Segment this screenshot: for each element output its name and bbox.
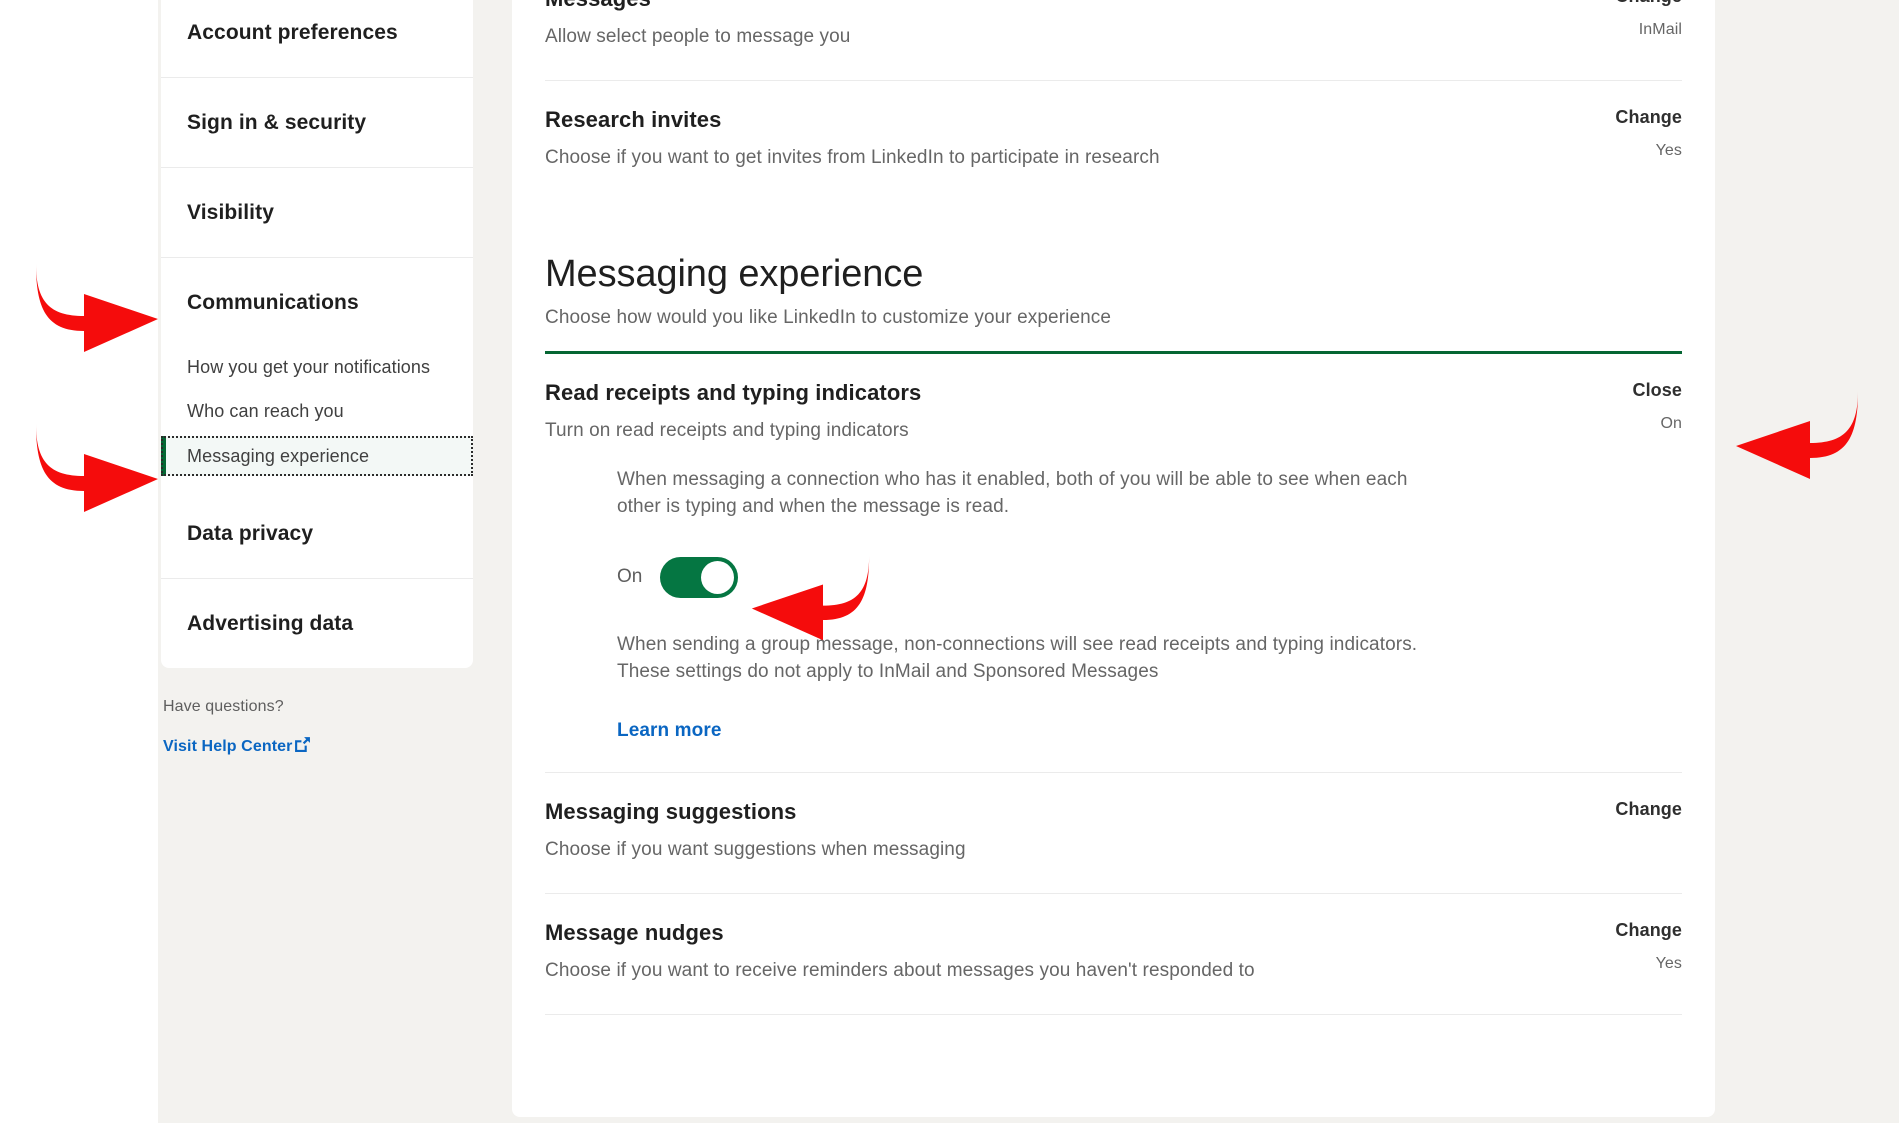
- sidebar-item-data-privacy[interactable]: Data privacy: [161, 490, 473, 578]
- help-block: Have questions? Visit Help Center: [163, 698, 483, 756]
- external-link-icon: [294, 736, 311, 753]
- sidebar-item-sign-in-security[interactable]: Sign in & security: [161, 78, 473, 167]
- pref-description: Choose if you want to receive reminders …: [545, 958, 1265, 984]
- pref-action: Change Yes: [1482, 107, 1682, 160]
- sidebar-group-signin: Sign in & security: [161, 78, 473, 168]
- pref-value: InMail: [1482, 21, 1682, 39]
- pref-value: Yes: [1482, 955, 1682, 973]
- learn-more-link[interactable]: Learn more: [617, 720, 721, 742]
- pref-row-message-nudges: Message nudges Choose if you want to rec…: [545, 894, 1682, 1015]
- help-question: Have questions?: [163, 698, 483, 716]
- pref-row-messages: Messages Allow select people to message …: [545, 0, 1682, 81]
- change-button[interactable]: Change: [1482, 0, 1682, 7]
- pref-action: Change: [1482, 799, 1682, 834]
- sidebar-item-label: Communications: [187, 291, 359, 315]
- sidebar-group-visibility: Visibility: [161, 168, 473, 258]
- pref-description: Allow select people to message you: [545, 24, 1375, 50]
- section-title: Messaging experience: [545, 253, 1682, 296]
- sidebar-item-label: Advertising data: [187, 612, 353, 636]
- read-receipts-explainer-2: When sending a group message, non-connec…: [617, 632, 1432, 686]
- visit-help-center-label: Visit Help Center: [163, 738, 292, 756]
- sidebar-item-label: Account preferences: [187, 21, 398, 45]
- pref-value: Yes: [1482, 142, 1682, 160]
- settings-main-card: Messages Allow select people to message …: [512, 0, 1715, 1117]
- section-subtitle: Choose how would you like LinkedIn to cu…: [545, 307, 1682, 329]
- settings-sidebar: Account preferences Sign in & security V…: [161, 0, 473, 668]
- sidebar-group-advertising: Advertising data: [161, 579, 473, 668]
- sidebar-item-who-can-reach-you[interactable]: Who can reach you: [161, 392, 473, 430]
- read-receipts-panel: When messaging a connection who has it e…: [545, 445, 1445, 750]
- pref-row-read-receipts: Read receipts and typing indicators Turn…: [545, 354, 1682, 772]
- pref-value: On: [1482, 415, 1682, 433]
- change-button[interactable]: Change: [1482, 799, 1682, 820]
- visit-help-center-link[interactable]: Visit Help Center: [163, 738, 311, 756]
- sidebar-subitems: How you get your notifications Who can r…: [161, 348, 473, 490]
- sidebar-item-label: Visibility: [187, 201, 274, 225]
- section-header-messaging-experience: Messaging experience Choose how would yo…: [545, 201, 1682, 354]
- screenshot-root: Account preferences Sign in & security V…: [0, 0, 1899, 1123]
- sidebar-item-account-preferences[interactable]: Account preferences: [161, 0, 473, 77]
- change-button[interactable]: Change: [1482, 107, 1682, 128]
- sidebar-group-account: Account preferences: [161, 0, 473, 78]
- read-receipts-toggle[interactable]: [660, 557, 738, 598]
- pref-action: Change Yes: [1482, 920, 1682, 973]
- arrow-communications: [32, 258, 162, 353]
- sidebar-item-advertising-data[interactable]: Advertising data: [161, 579, 473, 668]
- pref-description: Choose if you want to get invites from L…: [545, 145, 1375, 171]
- toggle-knob: [701, 561, 734, 594]
- sidebar-subitem-label: Messaging experience: [187, 446, 369, 467]
- sidebar-item-messaging-experience[interactable]: Messaging experience: [161, 436, 473, 476]
- sidebar-item-label: Data privacy: [187, 522, 313, 546]
- pref-row-messaging-suggestions: Messaging suggestions Choose if you want…: [545, 773, 1682, 894]
- change-button[interactable]: Change: [1482, 920, 1682, 941]
- sidebar-item-communications[interactable]: Communications: [161, 258, 473, 348]
- sidebar-item-label: Sign in & security: [187, 111, 366, 135]
- sidebar-subitem-label: How you get your notifications: [187, 357, 430, 378]
- arrow-messaging-experience: [32, 418, 162, 513]
- pref-action: Change InMail: [1482, 0, 1682, 39]
- read-receipts-explainer-1: When messaging a connection who has it e…: [617, 467, 1432, 521]
- sidebar-group-communications: Communications How you get your notifica…: [161, 258, 473, 579]
- toggle-state-label: On: [617, 566, 642, 588]
- read-receipts-toggle-row: On: [617, 557, 1445, 598]
- settings-main-inner: Messages Allow select people to message …: [512, 0, 1715, 1015]
- pref-action: Close On: [1482, 380, 1682, 433]
- pref-row-research-invites: Research invites Choose if you want to g…: [545, 81, 1682, 201]
- pref-description: Turn on read receipts and typing indicat…: [545, 418, 1375, 444]
- sidebar-item-visibility[interactable]: Visibility: [161, 168, 473, 257]
- close-button[interactable]: Close: [1482, 380, 1682, 401]
- sidebar-subitem-label: Who can reach you: [187, 401, 344, 422]
- sidebar-item-how-you-get-your-notifications[interactable]: How you get your notifications: [161, 348, 473, 386]
- pref-description: Choose if you want suggestions when mess…: [545, 837, 1375, 863]
